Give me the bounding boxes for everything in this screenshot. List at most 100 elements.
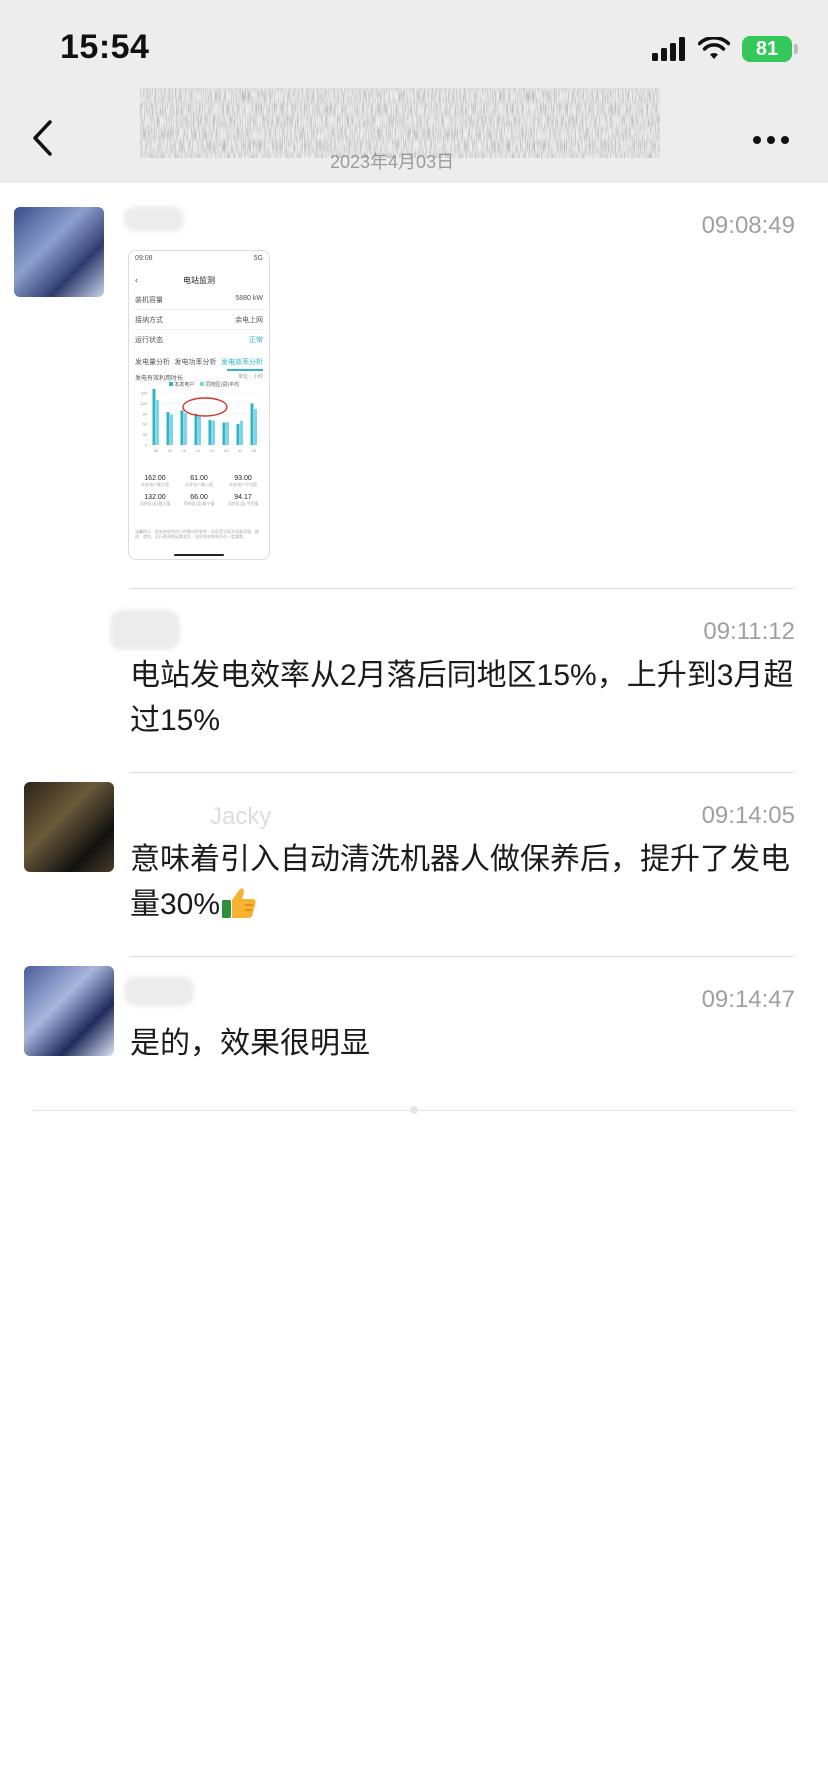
thumb-home-indicator: [174, 554, 224, 556]
stat-cell: 61.00 本发电户最小值: [177, 475, 221, 488]
stat-label: 同地区(县)最小值: [183, 501, 215, 506]
chart-y-tick: 150: [140, 391, 147, 396]
stat-label: 本发电户最小值: [185, 482, 213, 487]
message-text: 意味着引入自动清洗机器人做保养后，提升了发电量30%: [130, 837, 802, 927]
chart-bar: [194, 413, 198, 445]
thumb-legend: 本发电户 同地区(县)平均: [169, 381, 239, 388]
chart-x-tick: 02: [238, 448, 243, 453]
chart-bar: [222, 422, 226, 445]
thumb-tab: 发电量分析: [135, 359, 170, 366]
thumb-row-label: 接纳方式: [135, 317, 163, 324]
chart-y-tick: 30: [143, 432, 148, 437]
sender-name-obscured: [124, 976, 194, 1006]
legend-label: 本发电户: [174, 382, 195, 388]
legend-label: 同地区(县)平均: [205, 382, 240, 388]
more-options-icon[interactable]: [752, 135, 790, 145]
thumb-network: 5G: [253, 255, 263, 262]
stat-cell: 66.00 同地区(县)最小值: [177, 494, 221, 507]
sender-name-obscured: [124, 206, 184, 232]
chart-bar: [208, 420, 212, 445]
message-text: 电站发电效率从2月落后同地区15%，上升到3月超过15%: [130, 659, 794, 737]
chart-bar: [198, 415, 201, 445]
thumb-page-title: 电站监测: [183, 276, 215, 285]
thumb-footnote: 温馨提示：发电有效利用小时数仅供参考，实际受光照及设备质量、维修、遮挡、运行影响…: [135, 529, 259, 539]
back-chevron-icon[interactable]: [30, 118, 56, 158]
end-divider-dot: [410, 1106, 418, 1114]
chart-y-tick: 0: [145, 443, 148, 448]
chart-x-tick: 09: [168, 448, 173, 453]
chart-bar: [226, 422, 229, 445]
status-time: 15:54: [60, 28, 150, 66]
stat-cell: 162.00 本发电户最大值: [133, 475, 177, 488]
thumb-tab: 发电功率分析: [174, 359, 217, 366]
avatar[interactable]: [24, 782, 114, 872]
message-divider: [130, 772, 795, 773]
battery-icon: 81: [742, 36, 798, 62]
stat-value: 66.00: [190, 494, 208, 501]
message-timestamp: 09:14:05: [701, 802, 795, 829]
thumb-row-value: 正常: [249, 337, 263, 344]
chart-y-tick: 90: [143, 411, 148, 416]
chart-y-tick: 60: [143, 422, 148, 427]
thumb-bar-chart: 150 120 90 60 30 0 08 09 10 11 12 01 02 03: [140, 389, 261, 453]
chart-bar: [180, 410, 184, 445]
red-annotation-circle: [182, 397, 228, 417]
chart-x-tick: 01: [224, 448, 229, 453]
chart-x-tick: 03: [252, 448, 257, 453]
cellular-signal-icon: [652, 37, 685, 61]
thumb-divider: [133, 309, 265, 310]
stat-value: 132.00: [144, 494, 166, 501]
stat-label: 同地区(县)最大值: [139, 501, 171, 506]
legend-item: 同地区(县)平均: [200, 381, 239, 388]
thumb-stats-grid: 162.00 本发电户最大值 61.00 本发电户最小值 93.00 本发电户平均值 132…: [133, 475, 265, 507]
chart-bar: [166, 412, 170, 445]
stat-cell: 132.00 同地区(县)最大值: [133, 494, 177, 507]
thumbs-up-emoji-icon: [222, 888, 256, 918]
thumb-row-label: 装机容量: [135, 297, 163, 304]
thumb-back-icon: ‹: [135, 275, 138, 285]
thumb-tab-active: 发电效率分析: [221, 359, 263, 366]
chart-bar: [184, 413, 187, 445]
thumb-chart-unit: 单位：小时: [237, 374, 263, 380]
message-divider: [130, 588, 795, 589]
stat-value: 93.00: [234, 475, 252, 482]
chart-x-tick: 11: [196, 448, 201, 453]
chart-x-tick: 08: [154, 448, 159, 453]
thumb-row-label: 运行状态: [135, 337, 163, 344]
chart-bar: [254, 408, 257, 445]
message-timestamp: 09:08:49: [701, 212, 795, 239]
stat-label: 同地区(县)平均值: [227, 501, 259, 506]
chart-bar: [212, 420, 215, 445]
thumb-clock: 09:08: [135, 255, 153, 262]
sender-name: Jacky: [210, 803, 272, 830]
battery-level: 81: [755, 37, 779, 60]
stat-value: 162.00: [144, 475, 166, 482]
thumb-row-value: 5880 kW: [235, 295, 263, 302]
chart-bar: [250, 403, 254, 445]
chart-x-tick: 12: [210, 448, 215, 453]
wifi-icon: [698, 37, 730, 59]
stat-label: 本发电户平均值: [229, 482, 257, 487]
avatar[interactable]: [24, 966, 114, 1056]
stat-cell: 94.17 同地区(县)平均值: [221, 494, 265, 507]
chart-bar: [236, 423, 240, 445]
message-divider: [130, 956, 795, 957]
avatar[interactable]: [14, 207, 104, 297]
message-timestamp: 09:14:47: [701, 986, 795, 1013]
stat-label: 本发电户最大值: [141, 482, 169, 487]
chart-bar: [170, 414, 173, 445]
thumb-divider: [133, 329, 265, 330]
thumb-row-value: 余电上网: [235, 317, 263, 324]
chat-subtitle: 2023年4月03日: [330, 152, 455, 172]
image-message-thumbnail[interactable]: 09:08 5G 电站监测 ‹ 装机容量 5880 kW 接纳方式 余电上网 运行状…: [128, 250, 270, 560]
chart-x-tick: 10: [182, 448, 187, 453]
stat-cell: 93.00 本发电户平均值: [221, 475, 265, 488]
chart-bar: [240, 420, 243, 445]
legend-item: 本发电户: [169, 381, 194, 388]
top-bar: 15:54 81 2023年4月03日: [0, 0, 828, 183]
stat-value: 61.00: [190, 475, 208, 482]
stat-value: 94.17: [234, 494, 252, 501]
message-text: 是的，效果很明显: [130, 1027, 370, 1060]
thumb-tab-underline: [227, 369, 263, 371]
chart-bar: [152, 389, 156, 445]
